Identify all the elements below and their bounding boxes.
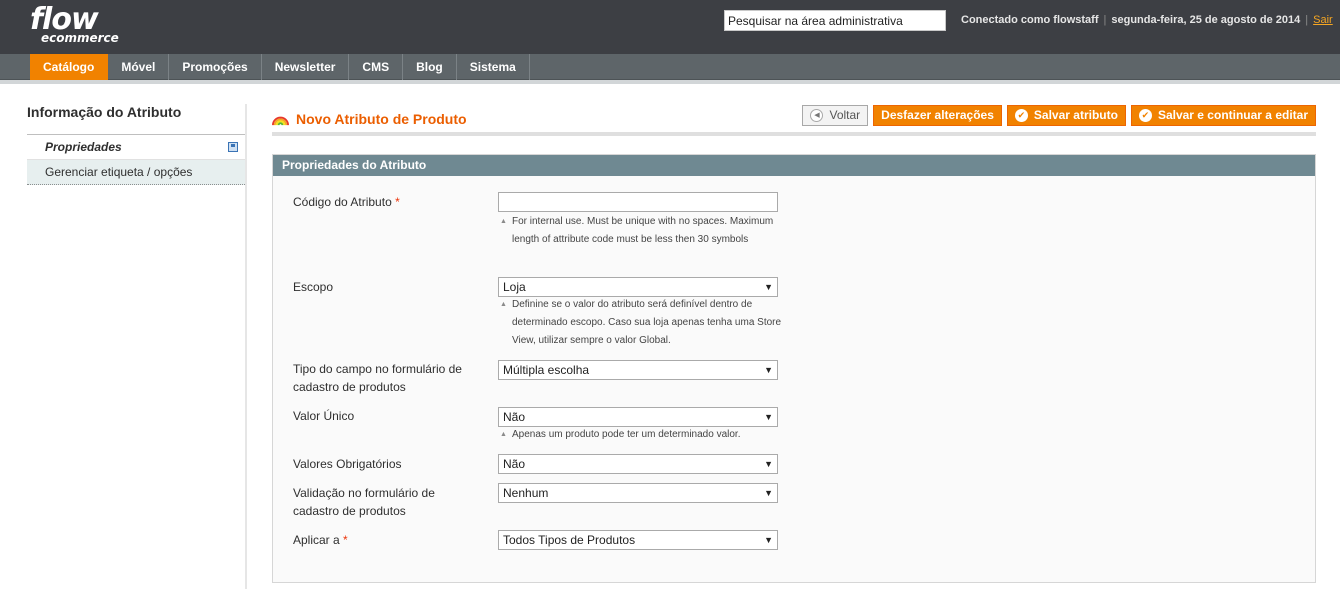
- tab-propriedades[interactable]: Propriedades: [27, 135, 247, 160]
- main-nav: Catálogo Móvel Promoções Newsletter CMS …: [0, 54, 1340, 80]
- note-text: Definine se o valor do atributo será def…: [512, 299, 782, 346]
- unique-value-note: ▲ Apenas um produto pode ter um determina…: [498, 426, 788, 444]
- nav-item-sistema[interactable]: Sistema: [457, 54, 530, 80]
- back-button[interactable]: ◀ Voltar: [802, 105, 869, 126]
- nav-item-blog[interactable]: Blog: [403, 54, 457, 80]
- save-button[interactable]: ✔ Salvar atributo: [1006, 105, 1126, 126]
- unique-value-select[interactable]: Não ▼: [498, 407, 778, 427]
- dropdown-arrow-icon: ▼: [764, 365, 773, 375]
- scope-note: ▲ Definine se o valor do atributo será de…: [498, 296, 788, 350]
- note-triangle-icon: ▲: [500, 218, 507, 225]
- attribute-code-label: Código do Atributo *: [293, 193, 483, 211]
- note-triangle-icon: ▲: [500, 431, 507, 438]
- required-values-value: Não: [503, 457, 526, 471]
- logo-text: flow: [30, 2, 99, 37]
- attribute-properties-fieldset: Propriedades do Atributo Código do Atrib…: [272, 154, 1316, 583]
- input-type-value: Múltipla escolha: [503, 363, 590, 377]
- header: flow ecommerce Conectado como flowstaff|…: [0, 0, 1340, 54]
- validation-select[interactable]: Nenhum ▼: [498, 483, 778, 503]
- dropdown-arrow-icon: ▼: [764, 282, 773, 292]
- validation-value: Nenhum: [503, 486, 549, 500]
- note-triangle-icon: ▲: [500, 301, 507, 308]
- save-continue-button-label: Salvar e continuar a editar: [1157, 108, 1308, 122]
- save-button-label: Salvar atributo: [1033, 108, 1118, 122]
- header-meta: Conectado como flowstaff | segunda-feira, …: [961, 14, 1333, 26]
- apply-to-label: Aplicar a *: [293, 531, 483, 549]
- back-button-label: Voltar: [829, 108, 861, 122]
- nav-item-newsletter[interactable]: Newsletter: [262, 54, 350, 80]
- note-text: Apenas um produto pode ter um determinad…: [512, 429, 741, 440]
- page-title: Novo Atributo de Produto: [296, 111, 467, 127]
- nav-item-catalogo[interactable]: Catálogo: [30, 54, 109, 80]
- tab-label: Propriedades: [45, 140, 122, 154]
- scope-select[interactable]: Loja ▼: [498, 277, 778, 297]
- nav-item-movel[interactable]: Móvel: [108, 54, 170, 80]
- attribute-code-note: ▲ For internal use. Must be unique with n…: [498, 213, 788, 249]
- logged-in-user: Conectado como flowstaff: [961, 14, 1099, 26]
- arrow-left-icon: ◀: [810, 109, 824, 122]
- tab-gerenciar-etiqueta[interactable]: Gerenciar etiqueta / opções: [27, 160, 247, 185]
- label-text: Aplicar a: [293, 533, 340, 547]
- reset-button[interactable]: Desfazer alterações: [873, 105, 1002, 126]
- page-head: Novo Atributo de Produto ◀ Voltar Desfaz…: [272, 104, 1316, 136]
- dropdown-arrow-icon: ▼: [764, 488, 773, 498]
- reset-button-label: Desfazer alterações: [881, 108, 994, 122]
- unique-value-label: Valor Único: [293, 409, 355, 423]
- scope-value: Loja: [503, 280, 526, 294]
- required-values-label: Valores Obrigatórios: [293, 457, 402, 471]
- dropdown-arrow-icon: ▼: [764, 412, 773, 422]
- apply-to-select[interactable]: Todos Tipos de Produtos ▼: [498, 530, 778, 550]
- fieldset-title: Propriedades do Atributo: [273, 155, 1315, 176]
- apply-to-value: Todos Tipos de Produtos: [503, 533, 636, 547]
- sidebar-title: Informação do Atributo: [27, 104, 247, 135]
- logout-link[interactable]: Sair: [1313, 14, 1333, 26]
- label-text: Código do Atributo: [293, 195, 392, 209]
- required-values-select[interactable]: Não ▼: [498, 454, 778, 474]
- validation-label: Validação no formulário de cadastro de p…: [293, 486, 435, 518]
- nav-item-promocoes[interactable]: Promoções: [169, 54, 262, 80]
- input-type-select[interactable]: Múltipla escolha ▼: [498, 360, 778, 380]
- dropdown-arrow-icon: ▼: [764, 535, 773, 545]
- rainbow-icon: [272, 116, 289, 126]
- required-mark: *: [343, 533, 348, 547]
- nav-item-cms[interactable]: CMS: [349, 54, 404, 80]
- note-text: For internal use. Must be unique with no…: [512, 216, 774, 245]
- dropdown-arrow-icon: ▼: [764, 459, 773, 469]
- logo-subtext: ecommerce: [41, 31, 119, 45]
- required-mark: *: [395, 195, 400, 209]
- unique-value-value: Não: [503, 410, 526, 424]
- save-continue-button[interactable]: ✔ Salvar e continuar a editar: [1130, 105, 1316, 126]
- input-type-label: Tipo do campo no formulário de cadastro …: [293, 362, 462, 394]
- current-date: segunda-feira, 25 de agosto de 2014: [1111, 14, 1301, 26]
- logo[interactable]: flow ecommerce: [30, 2, 119, 45]
- tab-label: Gerenciar etiqueta / opções: [45, 165, 193, 179]
- scope-label: Escopo: [293, 280, 334, 294]
- check-icon: ✔: [1014, 109, 1028, 122]
- nav-divider: [0, 80, 1340, 84]
- check-icon: ✔: [1138, 109, 1152, 122]
- global-search-input[interactable]: [724, 10, 946, 31]
- attribute-code-input[interactable]: [498, 192, 778, 212]
- sidebar: Informação do Atributo Propriedades Gere…: [27, 104, 247, 185]
- save-icon: [228, 142, 238, 152]
- action-buttons: ◀ Voltar Desfazer alterações ✔ Salvar at…: [802, 105, 1316, 126]
- sidebar-divider: [245, 104, 247, 589]
